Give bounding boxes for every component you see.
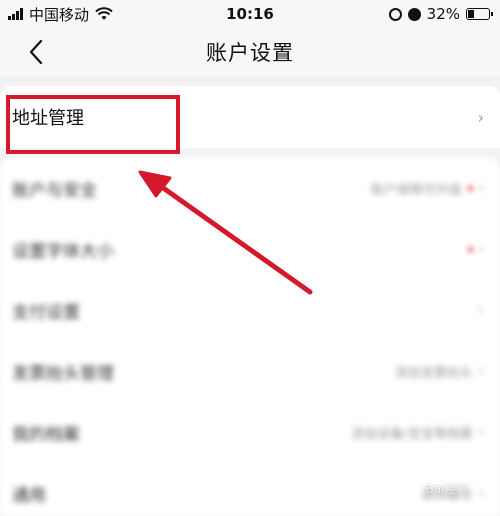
back-button[interactable] [22, 38, 50, 66]
watermark-logo: Bai经验 [386, 468, 486, 508]
orientation-lock-icon [388, 7, 402, 21]
settings-row-value: › [467, 242, 484, 257]
watermark-text: Bai经验 [425, 481, 469, 496]
chevron-right-icon: › [478, 303, 484, 318]
status-right: 32% [388, 5, 493, 23]
wifi-icon [95, 7, 113, 20]
settings-list: 账户与安全 账户保障可升级 › 设置字体大小 › 支付设置 › 发票抬头管理 添… [0, 158, 500, 516]
annotation-highlight-box [6, 95, 180, 154]
status-left: 中国移动 [8, 4, 113, 25]
battery-percent: 32% [426, 5, 460, 23]
settings-row-invoice[interactable]: 发票抬头管理 添加发票抬头 › [0, 341, 500, 402]
settings-row-value: 添加发票抬头 › [395, 362, 484, 381]
chevron-right-icon: › [478, 364, 484, 379]
settings-row-label: 发票抬头管理 [12, 364, 114, 384]
signal-icon [8, 8, 23, 20]
nav-bar: 账户设置 [0, 28, 500, 76]
carrier-label: 中国移动 [29, 5, 90, 24]
settings-row-label: 账户与安全 [12, 181, 97, 201]
settings-row-value-text: 添加发票抬头 [394, 366, 473, 381]
paw-icon [405, 480, 421, 495]
chevron-left-icon [29, 39, 43, 65]
settings-row-value-text: 添加设备/宝宝等档案 [351, 427, 473, 442]
settings-row-label: 设置字体大小 [12, 242, 114, 262]
chevron-right-icon: › [478, 181, 484, 196]
chevron-right-icon: › [478, 425, 484, 440]
page-title: 账户设置 [206, 41, 294, 65]
settings-row-label: 我的档案 [12, 425, 80, 445]
settings-row-value: 账户保障可升级 › [371, 179, 484, 198]
settings-row-account-security[interactable]: 账户与安全 账户保障可升级 › [0, 158, 500, 219]
status-bar: 中国移动 10:16 32% [0, 0, 500, 28]
settings-row-value: 添加设备/宝宝等档案 › [351, 423, 484, 442]
battery-icon [466, 8, 493, 20]
settings-row-label: 支付设置 [12, 303, 80, 323]
settings-row-profile[interactable]: 我的档案 添加设备/宝宝等档案 › [0, 402, 500, 463]
battery-fill [468, 10, 474, 18]
chevron-right-icon: › [477, 107, 484, 127]
red-dot-badge [467, 247, 473, 252]
red-dot-badge [467, 186, 473, 191]
settings-row-payment[interactable]: 支付设置 › [0, 280, 500, 341]
alarm-icon [407, 7, 421, 21]
chevron-right-icon: › [478, 242, 484, 257]
settings-row-value-text: 账户保障可升级 [370, 183, 462, 198]
settings-row-label: 通用 [12, 486, 46, 506]
settings-row-font-size[interactable]: 设置字体大小 › [0, 219, 500, 280]
settings-row-value: › [479, 303, 484, 318]
